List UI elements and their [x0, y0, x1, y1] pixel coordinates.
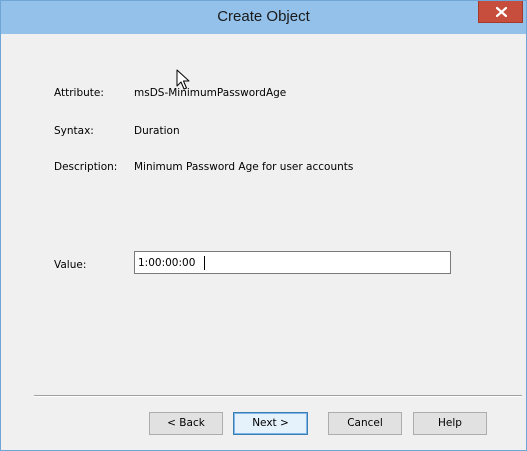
title-bar: Create Object	[1, 1, 526, 34]
text-caret	[204, 256, 205, 270]
syntax-value: Duration	[134, 125, 180, 137]
create-object-dialog: Create Object Attribute: msDS-MinimumPas…	[0, 0, 527, 451]
close-icon	[496, 7, 507, 17]
next-button[interactable]: Next >	[233, 412, 308, 435]
footer-separator	[34, 395, 522, 397]
back-button[interactable]: < Back	[149, 412, 223, 435]
description-value: Minimum Password Age for user accounts	[134, 161, 354, 173]
description-label: Description:	[54, 161, 118, 173]
help-button[interactable]: Help	[413, 412, 487, 435]
close-button[interactable]	[478, 1, 523, 23]
syntax-label: Syntax:	[54, 125, 94, 137]
dialog-body: Attribute: msDS-MinimumPasswordAge Synta…	[1, 34, 526, 450]
attribute-value: msDS-MinimumPasswordAge	[134, 87, 287, 99]
dialog-title: Create Object	[217, 8, 310, 25]
value-input[interactable]	[134, 251, 451, 274]
mouse-pointer-icon	[176, 69, 190, 90]
attribute-label: Attribute:	[54, 87, 104, 99]
cancel-button[interactable]: Cancel	[328, 412, 402, 435]
value-label: Value:	[54, 259, 87, 271]
